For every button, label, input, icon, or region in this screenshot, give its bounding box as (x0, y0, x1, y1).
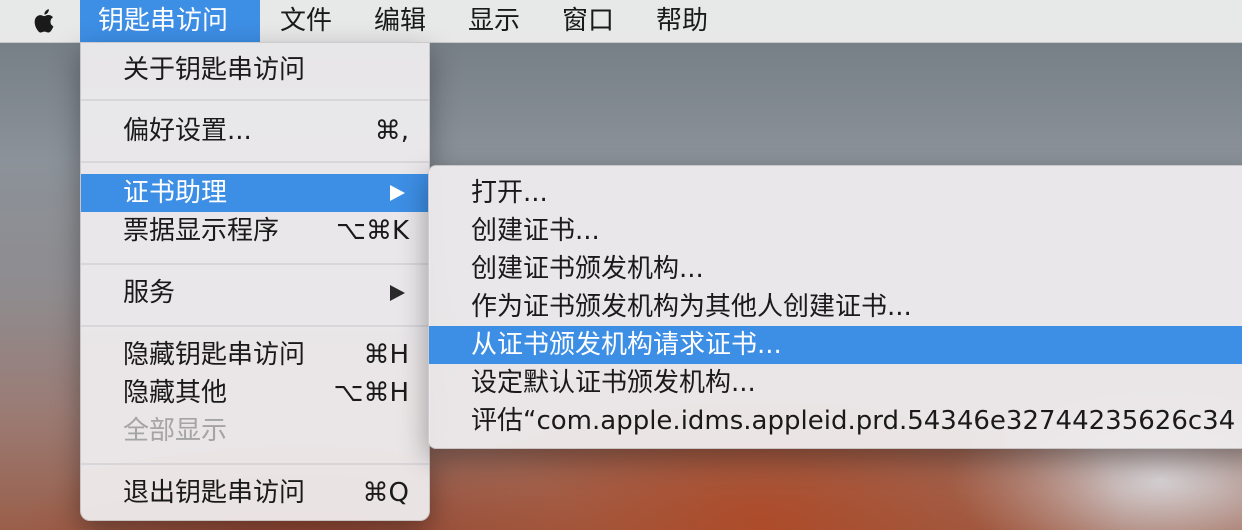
menu-item-hide-others[interactable]: 隐藏其他 ⌥⌘H (81, 374, 429, 412)
menu-item-shortcut: ⌘H (363, 340, 409, 370)
menu-help[interactable]: 帮助 (638, 0, 726, 42)
menu-item-label: 偏好设置... (123, 116, 252, 146)
submenu-item-evaluate[interactable]: 评估“com.apple.idms.appleid.prd.54346e3274… (429, 402, 1242, 440)
menu-item-quit[interactable]: 退出钥匙串访问 ⌘Q (81, 474, 429, 512)
apple-logo-icon[interactable] (30, 6, 60, 36)
menu-item-shortcut: ⌘Q (362, 478, 409, 508)
menu-item-label: 关于钥匙串访问 (123, 55, 306, 85)
menu-item-label: 服务 (123, 278, 176, 308)
menu-item-label: 全部显示 (123, 416, 228, 446)
certificate-assistant-submenu: 打开... 创建证书... 创建证书颁发机构... 作为证书颁发机构为其他人创建… (428, 165, 1242, 449)
menu-item-preferences[interactable]: 偏好设置... ⌘, (81, 112, 429, 150)
menu-item-label: 隐藏其他 (123, 378, 228, 408)
menu-item-label: 设定默认证书颁发机构... (471, 368, 756, 398)
menu-item-shortcut: ⌘, (374, 116, 409, 146)
menu-item-label: 从证书颁发机构请求证书... (471, 330, 782, 360)
menu-edit[interactable]: 编辑 (356, 0, 444, 42)
menu-item-label: 隐藏钥匙串访问 (123, 340, 306, 370)
menu-item-services[interactable]: 服务 (81, 274, 429, 312)
submenu-item-create-certificate[interactable]: 创建证书... (429, 212, 1242, 250)
menu-keychain-access[interactable]: 钥匙串访问 (80, 0, 260, 42)
menu-item-label: 作为证书颁发机构为其他人创建证书... (471, 292, 912, 322)
menu-item-label: 创建证书... (471, 216, 600, 246)
menu-item-label: 证书助理 (123, 178, 228, 208)
menu-item-ticket-viewer[interactable]: 票据显示程序 ⌥⌘K (81, 212, 429, 250)
menu-item-show-all: 全部显示 (81, 412, 429, 450)
submenu-item-request-from-ca[interactable]: 从证书颁发机构请求证书... (429, 326, 1242, 364)
menu-bar: 钥匙串访问 文件 编辑 显示 窗口 帮助 (0, 0, 1242, 43)
menu-item-shortcut: ⌥⌘H (333, 378, 409, 408)
menu-item-label: 退出钥匙串访问 (123, 478, 306, 508)
menu-window[interactable]: 窗口 (544, 0, 632, 42)
menu-item-label: 票据显示程序 (123, 216, 280, 246)
submenu-arrow-icon (390, 285, 405, 301)
menu-view[interactable]: 显示 (450, 0, 538, 42)
menu-item-hide-app[interactable]: 隐藏钥匙串访问 ⌘H (81, 336, 429, 374)
submenu-item-create-for-others[interactable]: 作为证书颁发机构为其他人创建证书... (429, 288, 1242, 326)
menu-item-about[interactable]: 关于钥匙串访问 (81, 51, 429, 89)
submenu-item-open[interactable]: 打开... (429, 174, 1242, 212)
menu-item-label: 打开... (471, 178, 548, 208)
menu-separator (81, 161, 429, 163)
menu-separator (81, 99, 429, 101)
menu-item-label: 创建证书颁发机构... (471, 254, 704, 284)
menu-separator (81, 263, 429, 265)
menu-separator (81, 325, 429, 327)
menu-item-certificate-assistant[interactable]: 证书助理 (81, 174, 429, 212)
menu-item-shortcut: ⌥⌘K (335, 216, 409, 246)
menu-separator (81, 463, 429, 465)
submenu-item-set-default-ca[interactable]: 设定默认证书颁发机构... (429, 364, 1242, 402)
menu-file[interactable]: 文件 (262, 0, 350, 42)
app-menu: 关于钥匙串访问 偏好设置... ⌘, 证书助理 票据显示程序 ⌥⌘K 服务 隐藏… (80, 42, 430, 521)
submenu-item-create-ca[interactable]: 创建证书颁发机构... (429, 250, 1242, 288)
menu-item-label: 评估“com.apple.idms.appleid.prd.54346e3274… (471, 406, 1236, 436)
submenu-arrow-icon (390, 185, 405, 201)
